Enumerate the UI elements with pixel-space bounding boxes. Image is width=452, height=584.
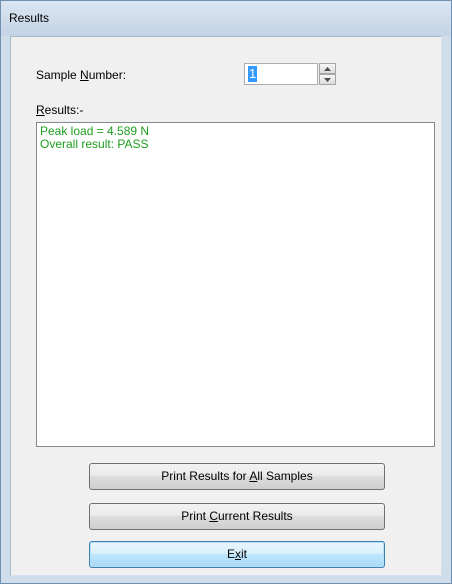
print-all-results-button[interactable]: Print Results for All Samples [89,463,385,490]
results-label-suffix: esults:- [44,103,84,117]
results-dialog: Results Sample Number: 1 Results:- Peak … [0,0,452,584]
sample-number-label-accel: N [80,68,89,82]
results-label-accel: R [36,103,45,117]
results-label: Results:- [36,103,83,117]
spin-up-button[interactable] [319,63,336,74]
chevron-up-icon [324,67,331,71]
sample-number-label: Sample Number: [36,68,126,82]
window-title: Results [9,11,50,25]
results-line-overall: Overall result: PASS [40,137,149,151]
print-current-results-button[interactable]: Print Current Results [89,503,385,530]
print-all-label-prefix: Print Results for [161,469,250,483]
title-bar[interactable]: Results [1,1,451,36]
sample-number-label-prefix: Sample [36,68,81,82]
print-current-label-suffix: urrent Results [217,509,293,523]
sample-number-input[interactable]: 1 [244,63,318,85]
print-current-label-prefix: Print [181,509,210,523]
chevron-down-icon [324,78,331,82]
sample-number-label-suffix: umber: [88,68,127,82]
sample-number-value: 1 [248,66,258,82]
print-current-label-accel: C [209,509,218,523]
exit-button[interactable]: Exit [89,541,385,568]
print-all-label-suffix: ll Samples [257,469,313,483]
results-textbox[interactable]: Peak load = 4.589 N Overall result: PASS [36,122,435,447]
exit-label-suffix: it [241,547,247,561]
dialog-body: Sample Number: 1 Results:- Peak load = 4… [10,36,442,576]
spin-down-button[interactable] [319,74,336,85]
sample-number-spinner[interactable] [319,63,336,85]
exit-label-prefix: E [226,547,235,561]
